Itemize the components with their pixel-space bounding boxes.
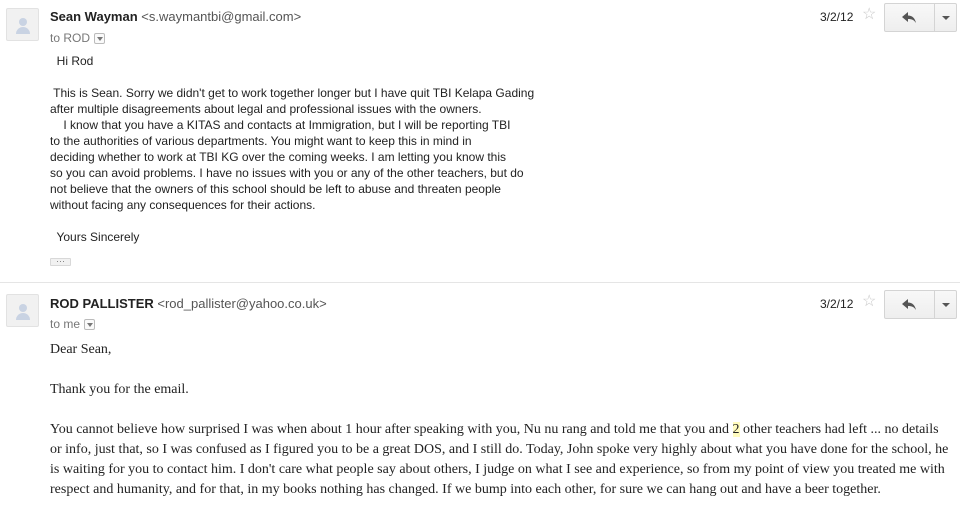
more-options-button[interactable]	[934, 4, 956, 31]
more-options-button[interactable]	[934, 291, 956, 318]
reply-button[interactable]	[885, 291, 934, 318]
star-icon[interactable]: ☆	[862, 7, 876, 23]
avatar	[6, 8, 39, 41]
sender[interactable]: ROD PALLISTER <rod_pallister@yahoo.co.uk…	[50, 296, 327, 311]
message-body: Hi Rod This is Sean. Sorry we didn't get…	[50, 54, 535, 244]
message-date: 3/2/12	[820, 297, 854, 311]
message-2: ROD PALLISTER <rod_pallister@yahoo.co.uk…	[0, 283, 973, 519]
search-highlight: 2	[732, 422, 740, 437]
avatar	[6, 294, 39, 327]
sender-name[interactable]: ROD PALLISTER	[50, 296, 154, 311]
message-1: Sean Wayman <s.waymantbi@gmail.com> to R…	[0, 0, 973, 282]
sender-name[interactable]: Sean Wayman	[50, 9, 138, 24]
greeting: Dear Sean,	[50, 342, 112, 357]
avatar-head-icon	[19, 304, 27, 312]
sender-email: <rod_pallister@yahoo.co.uk>	[157, 296, 327, 311]
paragraph-text: You cannot believe how surprised I was w…	[50, 422, 733, 437]
sender-email: <s.waymantbi@gmail.com>	[141, 9, 302, 24]
star-icon[interactable]: ☆	[862, 294, 876, 310]
recipient-label: to me	[50, 317, 81, 331]
thanks-line: Thank you for the email.	[50, 382, 189, 397]
show-details-dropdown-icon[interactable]	[94, 33, 106, 44]
reply-button[interactable]	[885, 4, 934, 31]
recipient-line: to me	[50, 317, 96, 331]
reply-icon	[902, 299, 916, 310]
avatar-body-icon	[16, 27, 30, 34]
message-body: Dear Sean, Thank you for the email. You …	[50, 340, 950, 519]
main-paragraph: You cannot believe how surprised I was w…	[50, 420, 950, 500]
avatar-body-icon	[16, 313, 30, 320]
message-date: 3/2/12	[820, 10, 854, 24]
reply-button-group	[884, 3, 957, 32]
recipient-line: to ROD	[50, 31, 106, 45]
show-trimmed-content-button[interactable]: ···	[50, 257, 71, 266]
reply-button-group	[884, 290, 957, 319]
reply-icon	[902, 12, 916, 23]
recipient-label: to ROD	[50, 31, 91, 45]
show-details-dropdown-icon[interactable]	[84, 319, 96, 330]
avatar-head-icon	[19, 18, 27, 26]
sender[interactable]: Sean Wayman <s.waymantbi@gmail.com>	[50, 9, 301, 24]
